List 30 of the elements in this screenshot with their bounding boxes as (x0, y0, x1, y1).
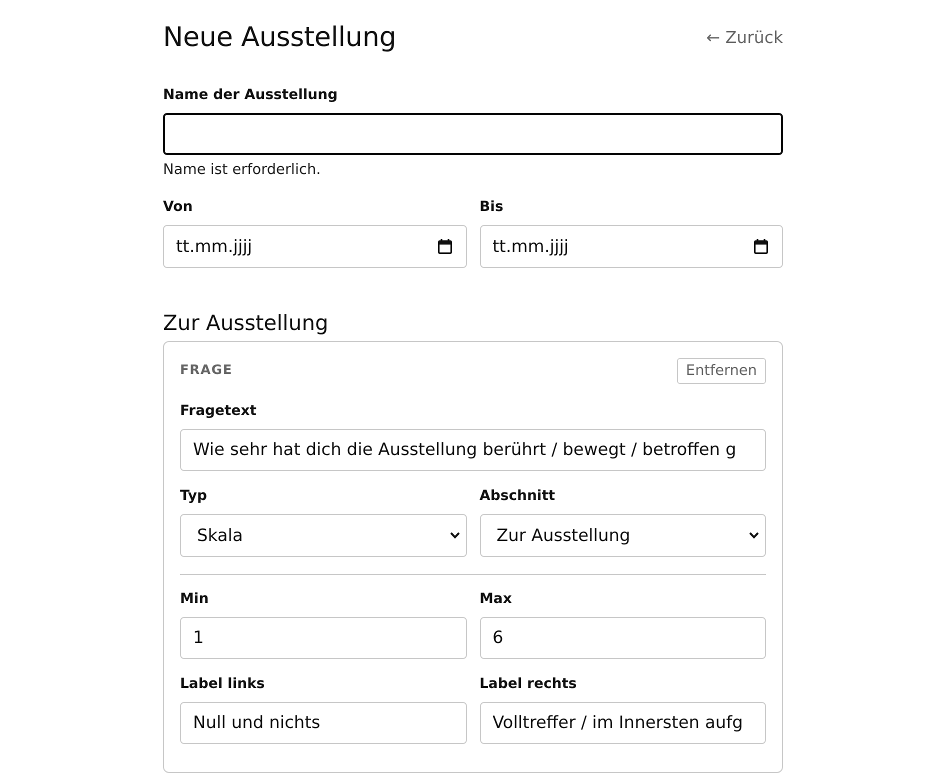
card-heading: FRAGE (180, 363, 233, 379)
field-label: Min (180, 590, 210, 608)
date-input[interactable]: tt.mm.jjjj (480, 225, 783, 268)
chevron-down-icon[interactable] (749, 532, 759, 539)
page-title: Neue Ausstellung (163, 21, 396, 55)
field-label: Fragetext (180, 402, 258, 420)
calendar-icon[interactable] (438, 239, 452, 254)
remove-button[interactable]: Entfernen (676, 358, 766, 384)
error-message: Name ist erforderlich. (163, 161, 322, 179)
text-input[interactable]: Volltreffer / im Innersten aufg (480, 702, 766, 744)
calendar-icon[interactable] (754, 239, 768, 254)
chevron-down-icon[interactable] (450, 532, 460, 539)
section-title: Zur Ausstellung (163, 310, 330, 336)
dropdown[interactable]: Zur Ausstellung (480, 514, 766, 557)
field-label: Max (480, 590, 513, 608)
field-label: Label rechts (480, 675, 578, 693)
text-input[interactable]: Null und nichts (180, 702, 466, 744)
text-input[interactable] (163, 113, 783, 155)
text-input[interactable]: Wie sehr hat dich die Ausstellung berührt / bewegt / betroffen g (180, 429, 766, 471)
field-label: Label links (180, 675, 266, 693)
field-label: Von (163, 198, 194, 216)
field-label: Abschnitt (480, 487, 556, 505)
date-input[interactable]: tt.mm.jjjj (163, 225, 466, 268)
field-label: Bis (480, 198, 504, 216)
text-input[interactable]: 6 (480, 617, 766, 659)
field-label: Name der Ausstellung (163, 86, 339, 104)
field-label: Typ (180, 487, 208, 505)
back-link[interactable]: ← Zurück (706, 27, 783, 49)
dropdown[interactable]: Skala (180, 514, 466, 557)
text-input[interactable]: 1 (180, 617, 466, 659)
